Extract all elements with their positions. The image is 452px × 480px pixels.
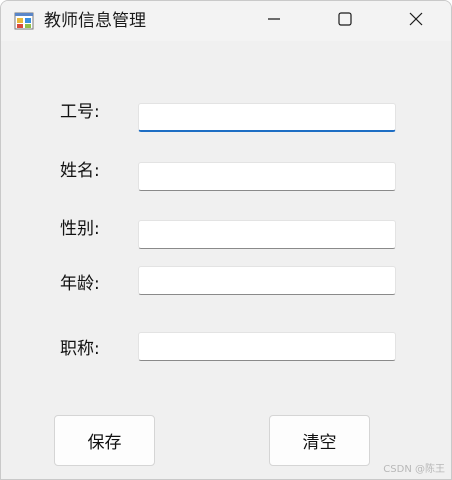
form-body: 工号: 姓名: 性别: 年龄: 职称: 保存 清空 CSDN @陈王 [1, 41, 451, 479]
name-label: 姓名: [60, 161, 100, 181]
title-bar[interactable]: 教师信息管理 [1, 1, 451, 41]
clear-button[interactable]: 清空 [269, 415, 370, 466]
close-icon [408, 11, 424, 31]
age-input[interactable] [138, 266, 396, 295]
teacher-info-window: 教师信息管理 工号: 姓名: 性别: 年龄: 职称: 保存 清空 CSDN @陈… [0, 0, 452, 480]
title-input[interactable] [138, 332, 396, 361]
window-title: 教师信息管理 [44, 11, 146, 31]
title-label: 职称: [60, 339, 100, 359]
minimize-icon [266, 11, 282, 31]
employee-id-label: 工号: [60, 102, 100, 122]
close-button[interactable] [393, 1, 439, 41]
gender-input[interactable] [138, 220, 396, 249]
employee-id-input[interactable] [138, 103, 396, 132]
watermark: CSDN @陈王 [383, 464, 445, 475]
maximize-icon [337, 11, 353, 31]
gender-label: 性别: [60, 219, 100, 239]
app-form-icon [14, 11, 34, 31]
maximize-button[interactable] [322, 1, 368, 41]
name-input[interactable] [138, 162, 396, 191]
save-button[interactable]: 保存 [54, 415, 155, 466]
age-label: 年龄: [60, 274, 100, 294]
minimize-button[interactable] [251, 1, 297, 41]
